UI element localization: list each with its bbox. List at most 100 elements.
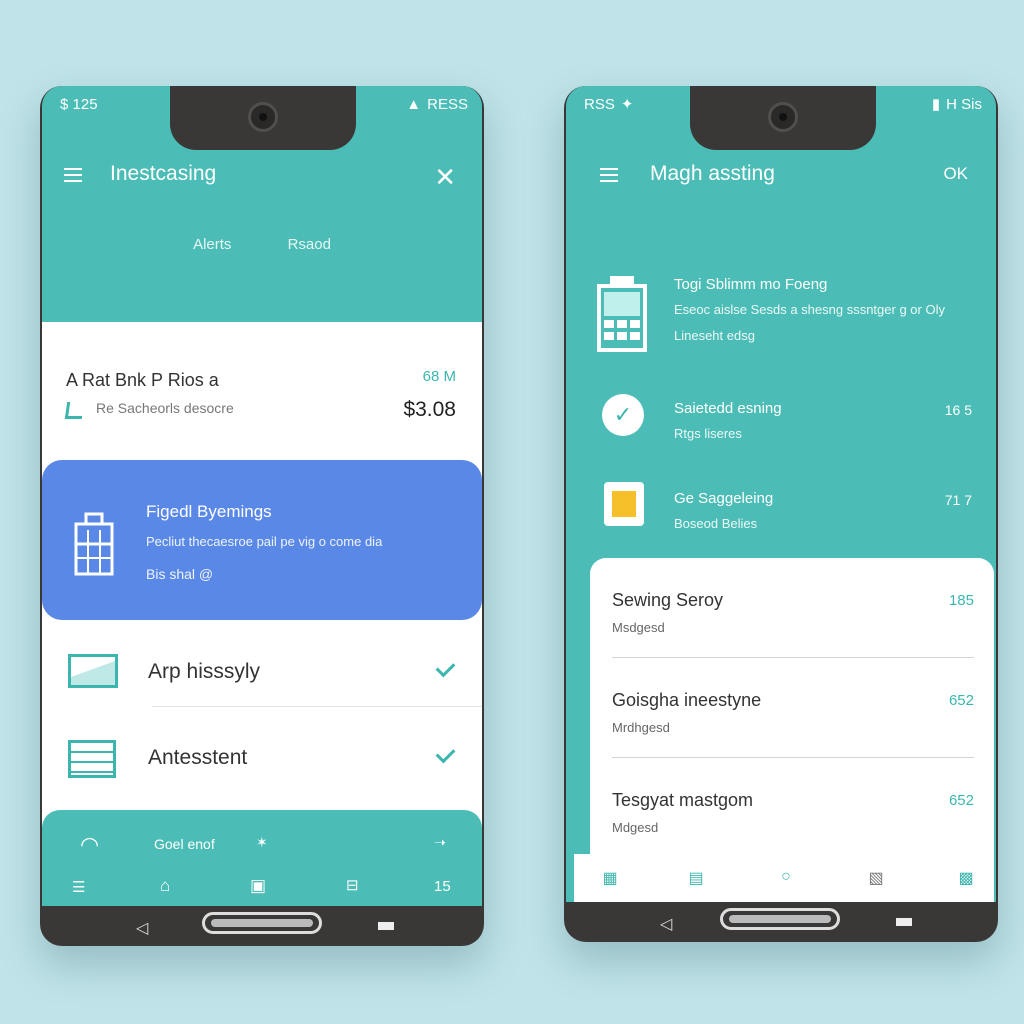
notch bbox=[170, 86, 356, 150]
row-value: 652 bbox=[948, 692, 974, 709]
chart-icon bbox=[64, 402, 85, 419]
wifi-icon[interactable]: ◠ bbox=[80, 832, 99, 858]
summary-price: $3.08 bbox=[403, 398, 456, 421]
check-circle-icon: ✓ bbox=[602, 394, 644, 436]
list-icon[interactable]: ☰ bbox=[72, 878, 85, 896]
inbox-icon[interactable]: ▣ bbox=[250, 876, 266, 896]
status-text: RESS bbox=[427, 95, 468, 113]
notch bbox=[690, 86, 876, 150]
inbox-icon[interactable]: ▤ bbox=[686, 868, 706, 888]
recent-apps-icon[interactable] bbox=[896, 918, 912, 926]
right-screen: RSS ✦ ▮ H Sis Magh assting OK Togi Sblim… bbox=[566, 86, 996, 902]
status-text: RSS bbox=[584, 95, 615, 113]
ok-button[interactable]: OK bbox=[943, 164, 968, 184]
status-text: $ 125 bbox=[60, 95, 98, 113]
grid-icon[interactable]: ⊟ bbox=[346, 876, 359, 894]
menu-icon[interactable] bbox=[64, 168, 82, 182]
back-icon[interactable]: ◁ bbox=[660, 914, 672, 934]
menu-icon[interactable] bbox=[600, 168, 618, 182]
row-title: Tesgyat mastgom bbox=[612, 790, 754, 810]
item-value: 16 5 bbox=[944, 402, 972, 418]
close-icon[interactable]: ✕ bbox=[434, 164, 456, 190]
grid-icon[interactable]: ▧ bbox=[866, 868, 886, 888]
status-bar-right: ▲ RESS bbox=[406, 92, 468, 116]
app-title: Magh assting bbox=[650, 162, 775, 185]
item-subtitle: Rtgs liseres bbox=[674, 426, 742, 441]
list-item[interactable]: Sewing Seroy Msdgesd 185 bbox=[612, 558, 974, 658]
item-subtitle: Boseod Belies bbox=[674, 516, 758, 531]
gallery-icon[interactable]: ▦ bbox=[600, 868, 620, 888]
hardware-nav: ◁ bbox=[564, 902, 998, 942]
status-text: H Sis bbox=[946, 95, 982, 113]
phone-left: $ 125 ▲ RESS Inestcasing ✕ Alerts Rsaod … bbox=[40, 86, 484, 946]
phone-right: RSS ✦ ▮ H Sis Magh assting OK Togi Sblim… bbox=[564, 86, 998, 942]
row-value: 652 bbox=[948, 792, 974, 809]
document-icon bbox=[68, 740, 116, 778]
camera-icon bbox=[248, 102, 278, 132]
card-description: Pecliut thecaesroe pail pe vig o come di… bbox=[146, 534, 383, 549]
home-icon[interactable]: ⌂ bbox=[160, 876, 170, 896]
status-bar-left: $ 125 bbox=[60, 92, 98, 116]
camera-icon bbox=[768, 102, 798, 132]
row-subtitle: Mdgesd bbox=[612, 820, 659, 835]
bottom-bar: ◠ Goel enof ✶ ➝ ☰ ⌂ ▣ ⊟ 15 bbox=[42, 810, 482, 906]
item-title: Ge Saggeleing bbox=[674, 490, 774, 507]
summary-subtitle: Re Sacheorls desocre bbox=[96, 400, 234, 416]
envelope-icon bbox=[68, 654, 118, 688]
summary-size: 68 M bbox=[422, 368, 456, 385]
bottom-bar-label: Goel enof bbox=[154, 836, 215, 852]
list-item-label: Arp hisssyly bbox=[148, 660, 261, 683]
item-description: Eseoc aislse Sesds a shesng sssntger g o… bbox=[674, 302, 945, 317]
row-title: Goisgha ineestyne bbox=[612, 690, 762, 710]
row-subtitle: Mrdhgesd bbox=[612, 720, 670, 735]
back-icon[interactable]: ◁ bbox=[136, 918, 148, 938]
list-item[interactable]: Arp hisssyly bbox=[42, 632, 482, 712]
battery-icon: ▮ bbox=[931, 96, 941, 113]
app-bar: Magh assting OK bbox=[566, 146, 996, 218]
hardware-nav: ◁ bbox=[40, 906, 484, 946]
status-bar-left: RSS ✦ bbox=[584, 92, 633, 116]
wifi-icon: ▲ bbox=[406, 95, 422, 113]
bluetooth-icon: ✦ bbox=[620, 96, 634, 113]
row-value: 185 bbox=[948, 592, 974, 609]
left-screen: $ 125 ▲ RESS Inestcasing ✕ Alerts Rsaod … bbox=[42, 86, 482, 906]
summary-title: A Rat Bnk P Rios a bbox=[66, 370, 219, 390]
featured-card[interactable]: Figedl Byemings Pecliut thecaesroe pail … bbox=[42, 460, 482, 620]
tab-rsaod[interactable]: Rsaod bbox=[288, 236, 331, 253]
tab-alerts[interactable]: Alerts bbox=[193, 236, 231, 253]
home-circle-icon[interactable]: ○ bbox=[776, 868, 796, 888]
card-meta: Bis shal @ bbox=[146, 566, 214, 582]
bottom-nav: ☰ ⌂ ▣ ⊟ 15 bbox=[42, 874, 482, 904]
battery-icon bbox=[597, 276, 647, 352]
divider bbox=[152, 706, 482, 707]
item-value: 71 7 bbox=[944, 492, 972, 508]
star-icon[interactable]: ✶ bbox=[256, 834, 268, 851]
app-bar: Inestcasing ✕ bbox=[42, 146, 482, 218]
home-button[interactable] bbox=[202, 912, 322, 934]
check-icon bbox=[435, 657, 456, 678]
list-item[interactable]: Ge Saggeleing Boseod Belies 71 7 bbox=[566, 480, 996, 540]
list-item[interactable]: Togi Sblimm mo Foeng Eseoc aislse Sesds … bbox=[566, 270, 996, 360]
check-icon bbox=[435, 743, 456, 764]
list-item-label: Antesstent bbox=[148, 746, 248, 769]
tab-bar: Alerts Rsaod bbox=[42, 236, 482, 253]
list-item[interactable]: Tesgyat mastgom Mdgesd 652 bbox=[612, 758, 974, 858]
item-title: Saietedd esning bbox=[674, 400, 782, 417]
bottom-nav: ▦ ▤ ○ ▧ ▩ bbox=[574, 854, 994, 902]
badge-count[interactable]: 15 bbox=[434, 878, 451, 895]
status-bar-right: ▮ H Sis bbox=[932, 92, 982, 116]
note-icon bbox=[604, 482, 644, 526]
send-icon[interactable]: ➝ bbox=[434, 834, 446, 851]
list-item[interactable]: Antesstent bbox=[42, 718, 482, 798]
row-subtitle: Msdgesd bbox=[612, 620, 665, 635]
item-title: Togi Sblimm mo Foeng bbox=[674, 276, 828, 293]
list-item[interactable]: Goisgha ineestyne Mrdhgesd 652 bbox=[612, 658, 974, 758]
settings-icon[interactable]: ▩ bbox=[956, 868, 976, 888]
building-icon bbox=[74, 512, 114, 576]
row-title: Sewing Seroy bbox=[612, 590, 724, 610]
details-panel: Sewing Seroy Msdgesd 185 Goisgha ineesty… bbox=[590, 558, 994, 858]
list-item[interactable]: ✓ Saietedd esning Rtgs liseres 16 5 bbox=[566, 390, 996, 450]
bottom-bar-top: ◠ Goel enof ✶ ➝ bbox=[42, 832, 482, 862]
home-button[interactable] bbox=[720, 908, 840, 930]
recent-apps-icon[interactable] bbox=[378, 922, 394, 930]
